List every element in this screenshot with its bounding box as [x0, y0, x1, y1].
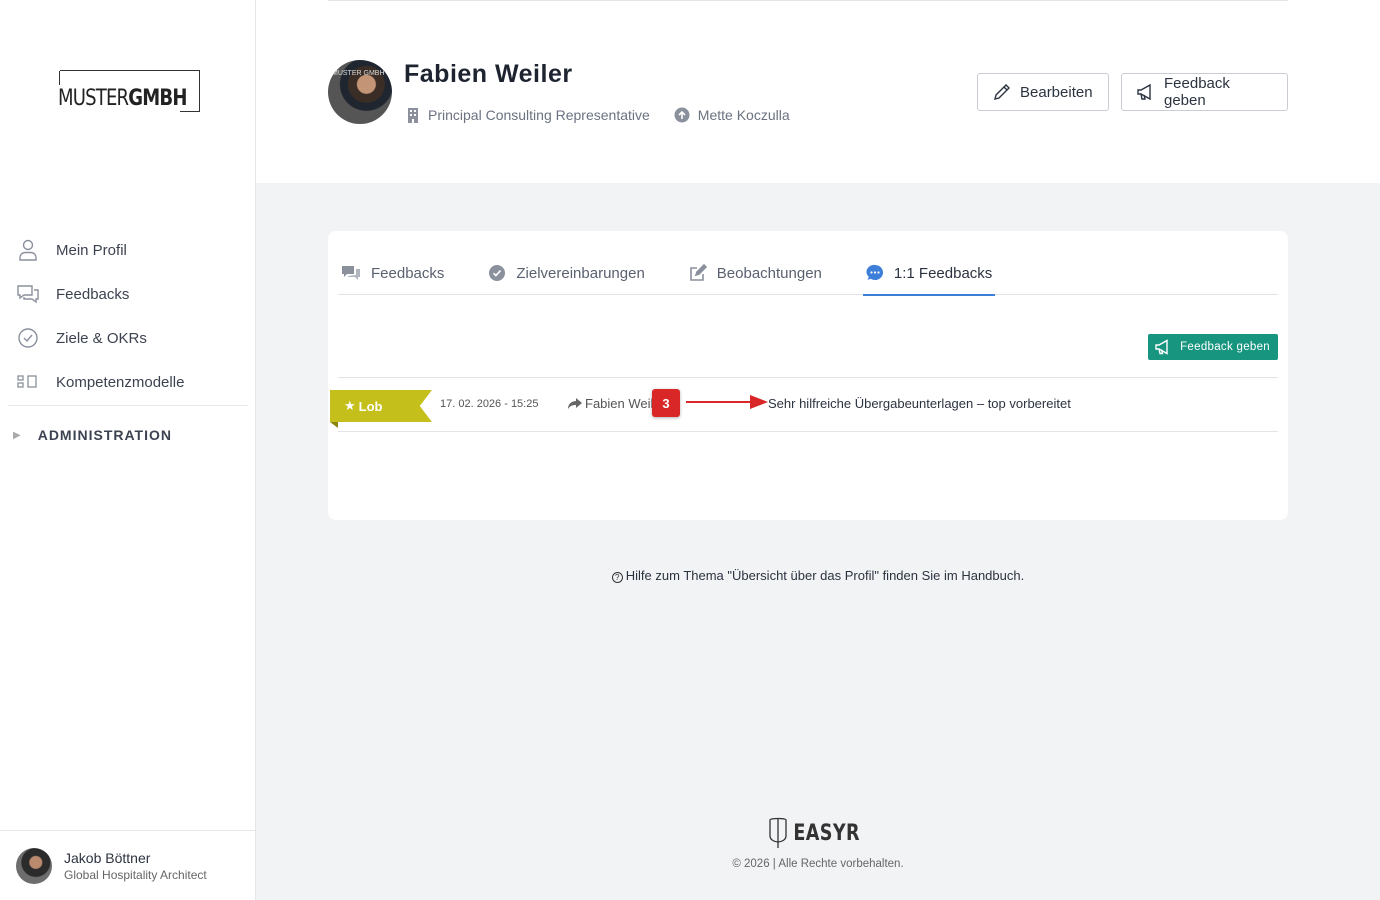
pencil-icon — [992, 82, 1012, 102]
sidebar-nav: Mein Profil Feedbacks Ziele & OKRs Kompe… — [8, 228, 248, 464]
chat-bubbles-icon — [341, 264, 361, 282]
user-name: Jakob Böttner — [64, 849, 151, 866]
tab-beobachtungen[interactable]: Beobachtungen — [686, 251, 825, 295]
sidebar-item-label: Kompetenzmodelle — [56, 373, 185, 391]
lob-ribbon: ★ Lob — [330, 390, 432, 422]
ribbon-fold — [330, 422, 338, 428]
feedback-message[interactable]: Sehr hilfreiche Übergabeunterlagen – top… — [768, 396, 1071, 411]
sidebar-item-kompetenzmodelle[interactable]: Kompetenzmodelle — [8, 360, 248, 404]
check-circle-icon — [488, 264, 506, 282]
feedback-row[interactable]: ★ Lob 17. 02. 2026 - 15:25 Fabien Weil 3… — [330, 377, 1278, 432]
profile-name: Fabien Weiler — [404, 60, 573, 88]
megaphone-icon — [1136, 83, 1156, 101]
annotation-arrow — [686, 395, 768, 409]
sidebar-item-feedbacks[interactable]: Feedbacks — [8, 272, 248, 316]
sidebar-item-ziele-okrs[interactable]: Ziele & OKRs — [8, 316, 248, 360]
give-feedback-button[interactable]: Feedback geben — [1121, 73, 1288, 111]
avatar — [16, 847, 52, 884]
sidebar-item-mein-profil[interactable]: Mein Profil — [8, 228, 248, 272]
question-icon: ? — [611, 572, 623, 583]
megaphone-icon — [1154, 339, 1172, 355]
user-role: Global Hospitality Architect — [64, 867, 207, 882]
easyr-logo: EASYR — [256, 816, 1380, 850]
arrow-up-circle-icon — [674, 107, 690, 123]
profile-avatar: MUSTER GMBH — [328, 60, 392, 124]
profile-position: Principal Consulting Representative — [406, 107, 650, 123]
tab-zielvereinbarungen[interactable]: Zielvereinbarungen — [485, 251, 647, 295]
sidebar: MUSTERGMBH Mein Profil Feedbacks Ziele &… — [0, 0, 256, 900]
chat-bubbles-icon — [16, 282, 40, 306]
tab-1-1-feedbacks[interactable]: 1:1 Feedbacks — [862, 251, 996, 296]
chat-dots-icon — [866, 264, 884, 282]
building-icon — [406, 107, 420, 123]
copyright: © 2026 | Alle Rechte vorbehalten. — [732, 858, 904, 870]
give-feedback-button-small[interactable]: Feedback geben — [1148, 334, 1278, 360]
competence-icon — [16, 370, 40, 394]
edit-button[interactable]: Bearbeiten — [977, 73, 1109, 111]
help-text[interactable]: ? Hilfe zum Thema "Übersicht über das Pro… — [256, 568, 1380, 583]
profile-manager[interactable]: Mette Koczulla — [674, 107, 790, 123]
easyr-mark-icon — [769, 817, 788, 848]
sidebar-item-label: Ziele & OKRs — [56, 329, 147, 347]
profile-meta: Principal Consulting Representative Mett… — [406, 107, 814, 123]
user-icon — [16, 238, 40, 262]
share-arrow-icon — [568, 397, 582, 410]
company-logo[interactable]: MUSTERGMBH — [58, 70, 200, 112]
feedback-sender: Fabien Weil — [568, 396, 653, 411]
current-user[interactable]: Jakob Böttner Global Hospitality Archite… — [0, 830, 256, 900]
edit-icon — [689, 264, 707, 282]
star-icon: ★ — [344, 398, 356, 413]
profile-header: MUSTER GMBH Fabien Weiler Principal Cons… — [256, 0, 1380, 183]
tab-bar: Feedbacks Zielvereinbarungen Beobachtung… — [338, 251, 1278, 296]
sidebar-item-administration[interactable]: ▶ ADMINISTRATION — [8, 406, 248, 464]
tab-feedbacks[interactable]: Feedbacks — [338, 251, 447, 295]
divider — [328, 0, 1288, 1]
step-badge: 3 — [652, 389, 680, 417]
check-circle-icon — [16, 326, 40, 350]
sidebar-item-label: Mein Profil — [56, 241, 127, 259]
feedback-card: Feedbacks Zielvereinbarungen Beobachtung… — [328, 231, 1288, 520]
caret-right-icon: ▶ — [13, 429, 22, 441]
sidebar-item-label: Feedbacks — [56, 285, 130, 303]
sidebar-item-label: ADMINISTRATION — [37, 427, 172, 443]
feedback-date: 17. 02. 2026 - 15:25 — [440, 398, 539, 410]
